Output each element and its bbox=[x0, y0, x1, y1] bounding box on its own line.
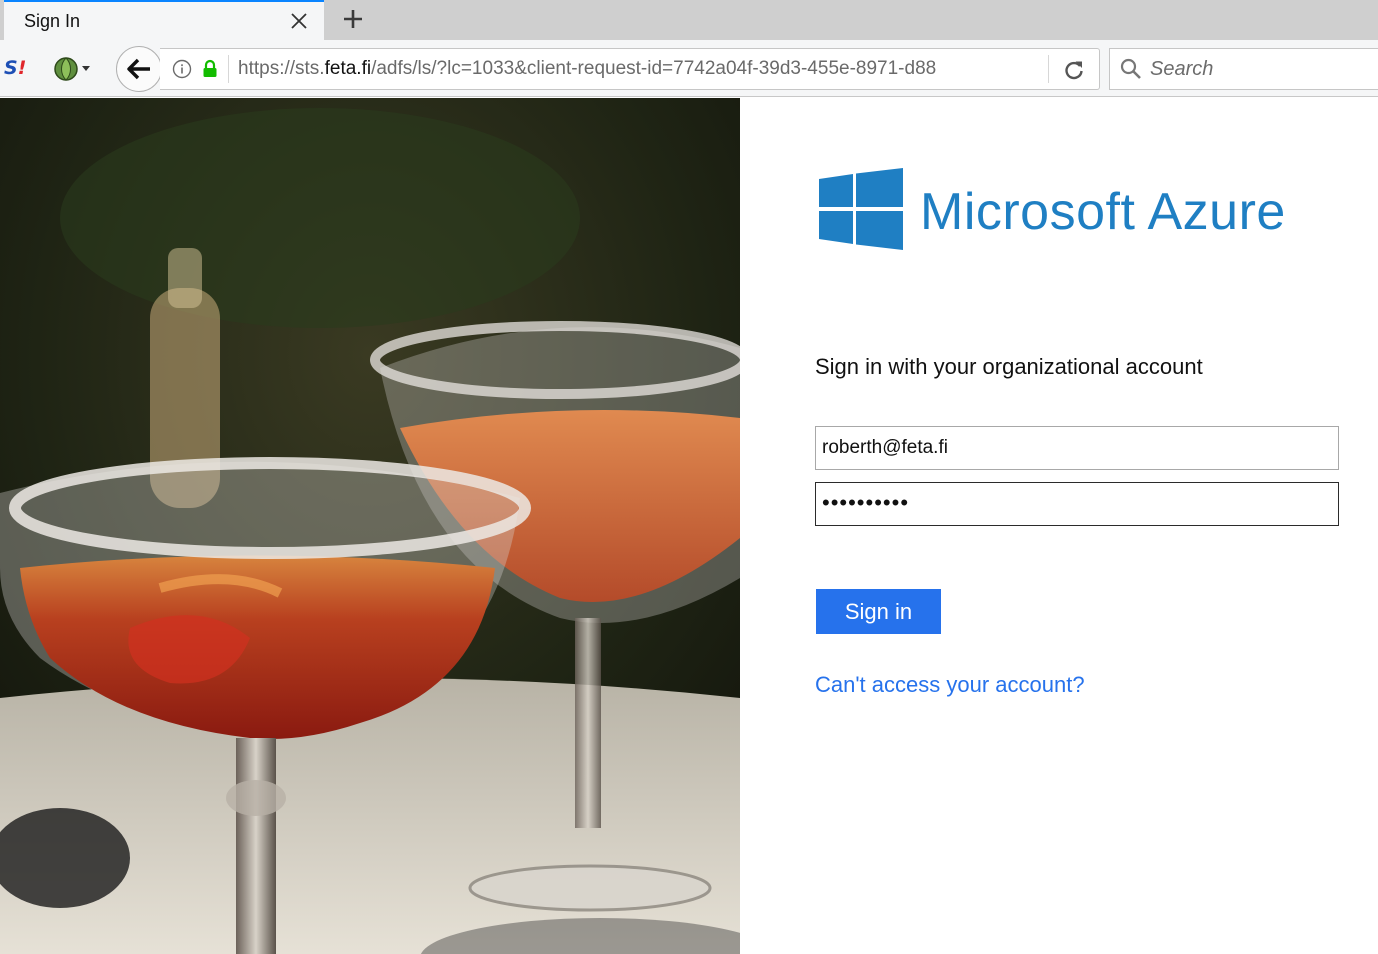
extension-globe-icon[interactable] bbox=[52, 54, 98, 84]
cant-access-account-link[interactable]: Can't access your account? bbox=[815, 672, 1085, 698]
tab-sign-in[interactable]: Sign In bbox=[4, 0, 324, 40]
url-separator bbox=[228, 55, 229, 83]
background-illustration bbox=[0, 98, 740, 954]
info-icon[interactable] bbox=[172, 59, 192, 79]
back-arrow-icon[interactable] bbox=[116, 46, 162, 92]
close-icon[interactable] bbox=[284, 6, 314, 36]
sign-in-panel: Microsoft Azure Sign in with your organi… bbox=[740, 98, 1378, 954]
tab-strip: Sign In bbox=[0, 0, 1378, 40]
url-separator bbox=[1048, 55, 1049, 83]
search-icon bbox=[1120, 58, 1142, 80]
tab-title: Sign In bbox=[24, 10, 81, 31]
url-text[interactable]: https://sts.feta.fi/adfs/ls/?lc=1033&cli… bbox=[238, 58, 1010, 82]
search-bar[interactable]: Search bbox=[1109, 48, 1378, 90]
windows-logo-icon bbox=[819, 168, 903, 252]
url-bar[interactable]: https://sts.feta.fi/adfs/ls/?lc=1033&cli… bbox=[160, 48, 1100, 90]
username-field[interactable] bbox=[815, 426, 1339, 470]
reload-icon[interactable] bbox=[1060, 57, 1088, 83]
extension-s-icon[interactable]: S! bbox=[4, 57, 26, 79]
search-input[interactable]: Search bbox=[1150, 58, 1213, 81]
sign-in-button[interactable]: Sign in bbox=[816, 589, 941, 634]
plus-icon[interactable] bbox=[336, 4, 370, 34]
sign-in-prompt: Sign in with your organizational account bbox=[815, 354, 1203, 379]
brand-name: Microsoft Azure bbox=[920, 183, 1286, 241]
password-field[interactable] bbox=[815, 482, 1339, 526]
lock-icon[interactable] bbox=[202, 59, 218, 79]
